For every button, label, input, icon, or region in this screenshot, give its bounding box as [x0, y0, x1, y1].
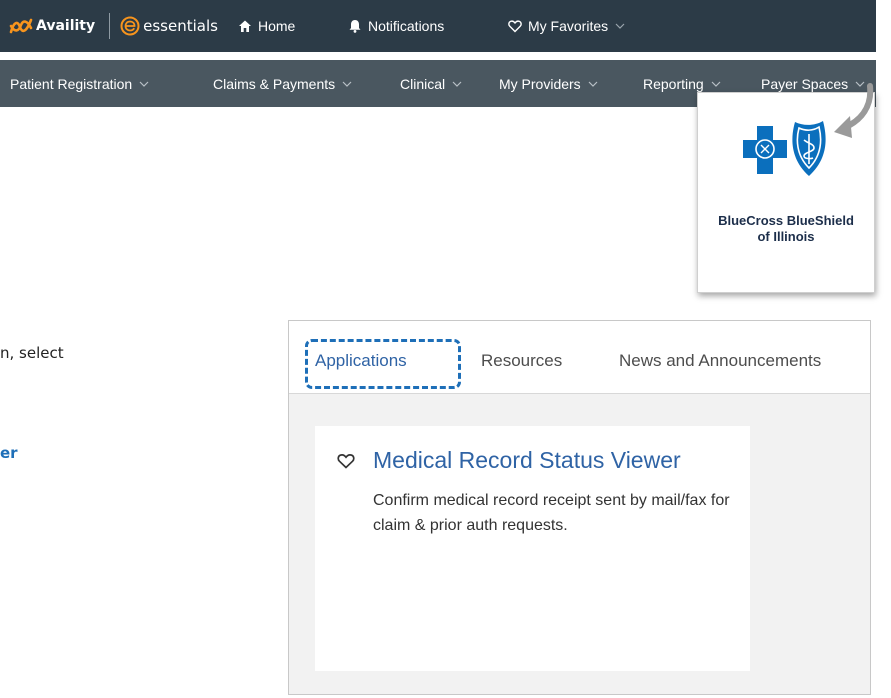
tab-resources[interactable]: Resources — [481, 351, 562, 371]
essentials-logo: essentials — [120, 16, 218, 36]
chevron-down-icon — [139, 81, 149, 87]
logo-divider — [109, 13, 111, 39]
application-tile[interactable]: Medical Record Status Viewer Confirm med… — [315, 426, 750, 671]
instruction-text: n, select — [0, 344, 64, 362]
payer-name: BlueCross BlueShield of Illinois — [698, 213, 874, 245]
menu-my-providers[interactable]: My Providers — [499, 76, 598, 92]
tab-news-and-announcements[interactable]: News and Announcements — [619, 351, 821, 371]
favorite-heart-icon[interactable] — [337, 453, 355, 469]
chevron-down-icon — [588, 81, 598, 87]
nav-home[interactable]: Home — [238, 18, 295, 34]
nav-my-favorites[interactable]: My Favorites — [508, 18, 625, 34]
chevron-down-icon — [342, 81, 352, 87]
nav-notifications[interactable]: Notifications — [348, 18, 444, 34]
bell-icon — [349, 20, 361, 33]
menu-reporting-label: Reporting — [643, 76, 704, 92]
payer-name-line1: BlueCross BlueShield — [718, 213, 854, 228]
chevron-down-icon — [452, 81, 462, 87]
menu-clinical-label: Clinical — [400, 76, 446, 92]
menu-patient-registration-label: Patient Registration — [10, 76, 133, 92]
top-navigation-bar: Availity essentials Home Notifications M… — [0, 0, 876, 52]
menu-claims-payments[interactable]: Claims & Payments — [213, 76, 352, 92]
menu-reporting[interactable]: Reporting — [643, 76, 721, 92]
essentials-e-icon — [120, 16, 140, 36]
menu-claims-payments-label: Claims & Payments — [213, 76, 336, 92]
chevron-down-icon — [615, 23, 625, 29]
product-name: essentials — [143, 17, 218, 35]
heart-icon — [508, 20, 522, 33]
payer-name-line2: of Illinois — [757, 229, 815, 244]
availity-logo-icon — [9, 18, 33, 34]
instruction-link-text: er — [0, 444, 18, 462]
nav-my-favorites-label: My Favorites — [528, 18, 609, 34]
home-icon — [239, 20, 251, 32]
application-description: Confirm medical record receipt sent by m… — [373, 492, 730, 534]
payer-space-panel: Applications Resources News and Announce… — [288, 320, 871, 695]
tab-highlight-outline — [305, 339, 461, 389]
payer-space-tabs: Applications Resources News and Announce… — [289, 321, 870, 394]
nav-home-label: Home — [258, 18, 296, 34]
menu-my-providers-label: My Providers — [499, 76, 581, 92]
nav-notifications-label: Notifications — [368, 18, 445, 34]
availity-logo[interactable]: Availity — [9, 17, 95, 35]
application-title-link[interactable]: Medical Record Status Viewer — [373, 447, 681, 474]
chevron-down-icon — [711, 81, 721, 87]
menu-patient-registration[interactable]: Patient Registration — [10, 76, 149, 92]
menu-clinical[interactable]: Clinical — [400, 76, 462, 92]
brand-name: Availity — [36, 18, 96, 34]
callout-arrow-icon — [834, 83, 874, 138]
